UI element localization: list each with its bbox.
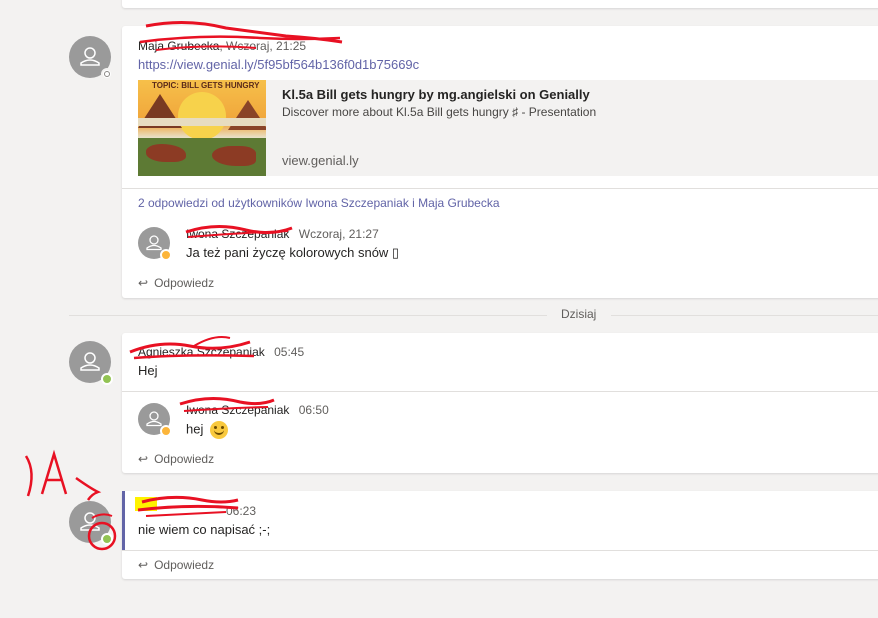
status-offline-icon xyxy=(101,68,113,80)
preview-thumbnail: TOPIC: BILL GETS HUNGRY xyxy=(138,80,266,176)
avatar[interactable] xyxy=(69,36,113,80)
preview-thumb-title: TOPIC: BILL GETS HUNGRY xyxy=(152,81,260,90)
reply-arrow-icon: ↩ xyxy=(138,558,149,572)
reply-header: Iwona Szczepaniak Wczoraj, 21:27 xyxy=(186,227,379,241)
replies-summary-link[interactable]: 2 odpowiedzi od użytkowników Iwona Szcze… xyxy=(138,196,500,210)
reply-button[interactable]: ↩ Odpowiedz xyxy=(138,452,214,466)
timestamp: 06:23 xyxy=(226,504,257,518)
timestamp: 05:45 xyxy=(274,345,305,359)
message-header: Maja Grubecka, Wczoraj, 21:25 xyxy=(138,39,307,53)
reply-text: Ja też pani życzę kolorowych snów ▯ xyxy=(186,245,400,260)
status-away-icon xyxy=(160,425,172,437)
author-name[interactable]: Iwona Szczepaniak xyxy=(186,403,289,417)
message-card: Maja Grubecka, Wczoraj, 21:25 https://vi… xyxy=(122,26,878,298)
status-available-icon xyxy=(101,533,113,545)
preview-title[interactable]: Kl.5a Bill gets hungry by mg.angielski o… xyxy=(282,87,590,102)
day-divider-label: Dzisiaj xyxy=(561,307,597,321)
reply-label: Odpowiedz xyxy=(154,276,215,290)
message-header: 06:23 xyxy=(138,504,256,518)
timestamp: Wczoraj, 21:25 xyxy=(226,39,307,53)
avatar[interactable] xyxy=(69,501,113,545)
previous-message-card xyxy=(122,0,878,8)
message-text: Hej xyxy=(138,363,158,378)
message-text: nie wiem co napisać ;-; xyxy=(138,522,271,537)
status-available-icon xyxy=(101,373,113,385)
preview-domain: view.genial.ly xyxy=(282,153,359,168)
day-divider-line-right xyxy=(611,315,878,316)
reply-text: hej xyxy=(186,421,228,439)
smile-emoji-icon xyxy=(209,421,228,439)
reply-arrow-icon: ↩ xyxy=(138,276,149,290)
unread-indicator-bar xyxy=(122,491,125,550)
author-name[interactable]: Agnieszka Szczepaniak xyxy=(138,345,265,359)
reply-header: Iwona Szczepaniak 06:50 xyxy=(186,403,329,417)
avatar[interactable] xyxy=(138,227,172,261)
avatar[interactable] xyxy=(69,341,113,385)
reply-text-content: hej xyxy=(186,421,204,437)
day-divider-line-left xyxy=(69,315,547,316)
reply-button[interactable]: ↩ Odpowiedz xyxy=(138,276,214,290)
thread-divider xyxy=(122,188,878,189)
reply-label: Odpowiedz xyxy=(154,452,215,466)
message-card: Agnieszka Szczepaniak 05:45 Hej Iwona Sz… xyxy=(122,333,878,473)
preview-description: Discover more about Kl.5a Bill gets hung… xyxy=(282,105,597,119)
status-away-icon xyxy=(160,249,172,261)
author-name[interactable]: Maja Grubecka xyxy=(138,39,219,53)
reply-arrow-icon: ↩ xyxy=(138,452,149,466)
reply-label: Odpowiedz xyxy=(154,558,215,572)
message-link[interactable]: https://view.genial.ly/5f95bf564b136f0d1… xyxy=(138,57,419,72)
message-card-highlighted: 06:23 nie wiem co napisać ;-; ↩ Odpowiedz xyxy=(122,491,878,579)
thread-divider xyxy=(122,550,878,551)
timestamp: Wczoraj, 21:27 xyxy=(298,227,379,241)
message-header: Agnieszka Szczepaniak 05:45 xyxy=(138,345,304,359)
thread-divider xyxy=(122,391,878,392)
author-name[interactable]: Iwona Szczepaniak xyxy=(186,227,289,241)
link-preview-card[interactable]: TOPIC: BILL GETS HUNGRY Kl.5a Bill gets … xyxy=(138,80,878,176)
timestamp: 06:50 xyxy=(298,403,329,417)
avatar[interactable] xyxy=(138,403,172,437)
reply-button[interactable]: ↩ Odpowiedz xyxy=(138,558,214,572)
